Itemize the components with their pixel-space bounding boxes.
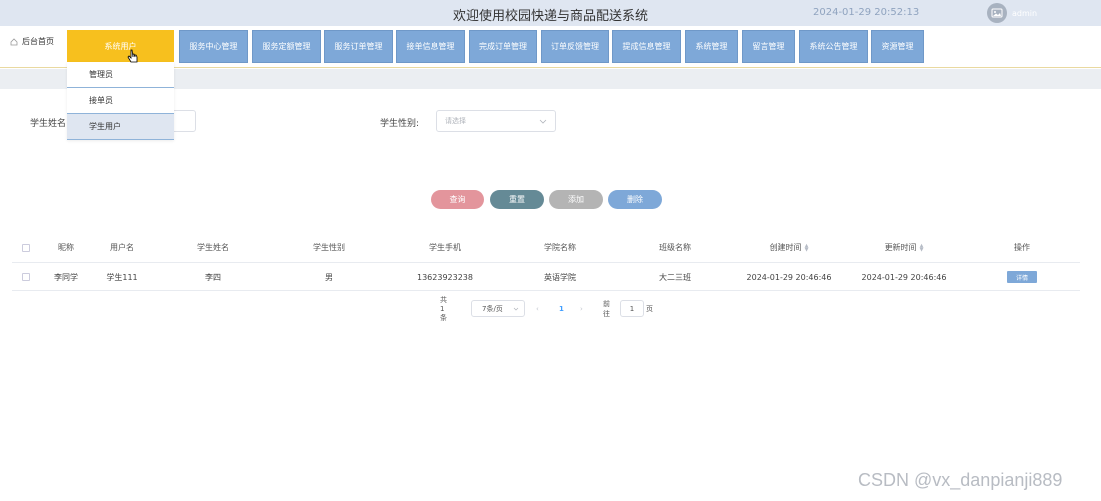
cell-username: 学生111	[106, 272, 138, 282]
delete-button[interactable]: 删除	[608, 190, 662, 209]
add-button[interactable]: 添加	[549, 190, 603, 209]
student-name-label: 学生姓名	[30, 119, 67, 129]
prev-page-button[interactable]: ‹	[536, 300, 539, 317]
nav-announcements[interactable]: 系统公告管理	[799, 30, 868, 63]
dropdown-item-student[interactable]: 学生用户	[67, 114, 174, 140]
col-updated-time[interactable]: 更新时间 ▲ ▼	[862, 233, 946, 262]
nav-commission-info[interactable]: 提成信息管理	[612, 30, 681, 63]
col-created-time-label: 创建时间	[769, 243, 802, 252]
col-student-gender: 学生性别	[313, 243, 345, 252]
cell-nickname: 李同学	[54, 272, 78, 282]
col-college: 学院名称	[544, 243, 576, 252]
nav-accept-info[interactable]: 接单信息管理	[396, 30, 465, 63]
col-username: 用户名	[110, 243, 134, 252]
nav-service-orders[interactable]: 服务订单管理	[324, 30, 393, 63]
goto-label: 前往	[603, 299, 610, 318]
reset-button[interactable]: 重置	[490, 190, 544, 209]
cell-student-name: 李四	[205, 272, 221, 282]
sort-icon[interactable]: ▲ ▼	[920, 243, 924, 252]
nav-service-quota[interactable]: 服务定额管理	[252, 30, 321, 63]
col-updated-time-label: 更新时间	[884, 243, 917, 252]
system-title: 欢迎使用校园快递与商品配送系统	[452, 9, 648, 24]
cell-updated-time: 2024-01-29 20:46:46	[861, 272, 947, 282]
col-class: 班级名称	[659, 243, 691, 252]
select-all-checkbox[interactable]	[20, 233, 32, 262]
home-icon	[10, 37, 18, 45]
student-gender-label: 学生性别:	[380, 119, 420, 129]
avatar-icon[interactable]	[987, 3, 1007, 23]
cell-college: 英语学院	[544, 272, 576, 282]
col-actions: 操作	[1014, 243, 1030, 252]
row-checkbox[interactable]	[20, 264, 32, 290]
system-users-dropdown: 管理员 接单员 学生用户	[67, 62, 174, 140]
page-unit-label: 页	[646, 304, 653, 313]
nav-service-center[interactable]: 服务中心管理	[179, 30, 248, 63]
col-student-name: 学生姓名	[197, 243, 229, 252]
username-label[interactable]: admin	[1012, 9, 1037, 18]
page-size-select[interactable]: 7条/页	[471, 300, 525, 317]
nav-system-management[interactable]: 系统管理	[685, 30, 738, 63]
cell-student-gender: 男	[325, 272, 333, 282]
home-link[interactable]: 后台首页	[10, 36, 54, 47]
cell-class: 大二三班	[659, 272, 691, 282]
query-button[interactable]: 查询	[431, 190, 484, 209]
next-page-button[interactable]: ›	[580, 300, 583, 317]
home-label: 后台首页	[22, 37, 54, 46]
mouse-cursor-icon	[127, 49, 138, 63]
nav-system-users[interactable]: 系统用户	[67, 30, 174, 63]
detail-button[interactable]: 详情	[1007, 271, 1037, 283]
page-number-1[interactable]: 1	[559, 300, 564, 317]
sort-icon[interactable]: ▲ ▼	[805, 243, 809, 252]
nav-order-feedback[interactable]: 订单反馈管理	[541, 30, 609, 63]
chevron-down-icon	[539, 119, 547, 124]
watermark: CSDN @vx_danpianji889	[858, 470, 1063, 490]
chevron-down-icon	[513, 307, 519, 311]
cell-student-phone: 13623923238	[417, 272, 473, 282]
dropdown-item-courier[interactable]: 接单员	[67, 88, 174, 114]
pagination-total: 共 1 条	[440, 295, 447, 322]
nav-completed-orders[interactable]: 完成订单管理	[469, 30, 537, 63]
cell-created-time: 2024-01-29 20:46:46	[746, 272, 832, 282]
current-datetime: 2024-01-29 20:52:13	[813, 7, 920, 18]
page-size-value: 7条/页	[482, 304, 503, 313]
cell-actions: 详情	[1002, 264, 1042, 290]
col-created-time[interactable]: 创建时间 ▲ ▼	[747, 233, 831, 262]
dropdown-item-admin[interactable]: 管理员	[67, 62, 174, 88]
table-header: 昵称 用户名 学生姓名 学生性别 学生手机 学院名称 班级名称 创建时间 ▲ ▼ …	[12, 233, 1080, 263]
col-student-phone: 学生手机	[429, 243, 461, 252]
table-row: 李同学 学生111 李四 男 13623923238 英语学院 大二三班 202…	[12, 264, 1080, 291]
nav-resources[interactable]: 资源管理	[871, 30, 924, 63]
gender-placeholder: 请选择	[445, 117, 466, 125]
nav-messages[interactable]: 留言管理	[742, 30, 795, 63]
goto-page-input[interactable]: 1	[620, 300, 644, 317]
col-nickname: 昵称	[58, 243, 74, 252]
top-header: 欢迎使用校园快递与商品配送系统 2024-01-29 20:52:13 admi…	[0, 0, 1101, 26]
student-gender-select[interactable]: 请选择	[436, 110, 556, 132]
